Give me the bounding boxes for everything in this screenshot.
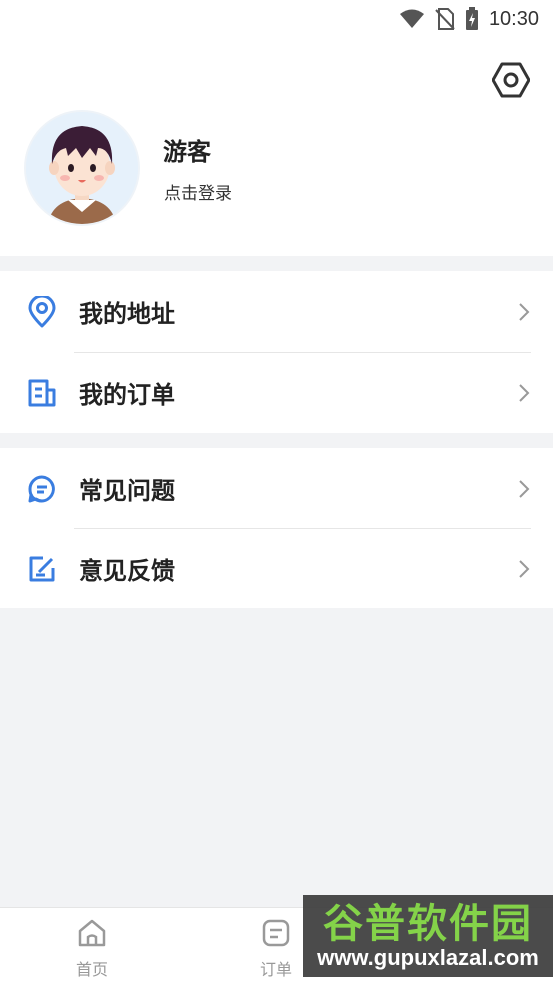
tab-label: 首页 — [75, 960, 108, 979]
watermark-url: www.gupuxlazal.com — [317, 945, 539, 970]
menu-item-faq[interactable]: 常见问题 — [0, 448, 553, 529]
username: 游客 — [163, 138, 211, 166]
wifi-icon — [399, 9, 424, 28]
menu-group-support: 常见问题 意见反馈 — [0, 448, 553, 608]
chevron-right-icon — [519, 559, 530, 578]
order-doc-icon — [26, 377, 58, 409]
faq-chat-icon — [26, 473, 58, 505]
order-icon — [262, 919, 290, 947]
menu-item-label: 我的地址 — [79, 300, 175, 328]
menu-item-orders[interactable]: 我的订单 — [0, 352, 553, 433]
menu-item-label: 意见反馈 — [79, 557, 175, 585]
menu-item-feedback[interactable]: 意见反馈 — [0, 528, 553, 609]
status-bar: 10:30 — [0, 0, 553, 38]
menu-item-label: 我的订单 — [79, 381, 175, 409]
menu-item-address[interactable]: 我的地址 — [0, 271, 553, 352]
avatar[interactable] — [24, 110, 140, 226]
chevron-right-icon — [519, 302, 530, 321]
settings-button[interactable] — [491, 60, 531, 100]
home-icon — [78, 919, 106, 947]
feedback-edit-icon — [26, 553, 58, 585]
status-time: 10:30 — [488, 7, 539, 30]
location-pin-icon — [26, 295, 58, 328]
chevron-right-icon — [519, 383, 530, 402]
no-sim-icon — [435, 8, 455, 30]
settings-hexagon-icon — [492, 62, 530, 98]
avatar-boy-illustration — [26, 112, 138, 224]
tab-home[interactable]: 首页 — [32, 908, 152, 983]
menu-item-label: 常见问题 — [79, 477, 175, 505]
menu-group-account: 我的地址 我的订单 — [0, 271, 553, 433]
watermark: 谷普软件园 www.gupuxlazal.com — [303, 895, 553, 977]
battery-charging-icon — [465, 7, 478, 30]
login-link[interactable]: 点击登录 — [164, 179, 232, 204]
watermark-title: 谷普软件园 — [323, 902, 533, 946]
chevron-right-icon — [519, 479, 530, 498]
profile-header: 游客 点击登录 — [0, 38, 553, 256]
